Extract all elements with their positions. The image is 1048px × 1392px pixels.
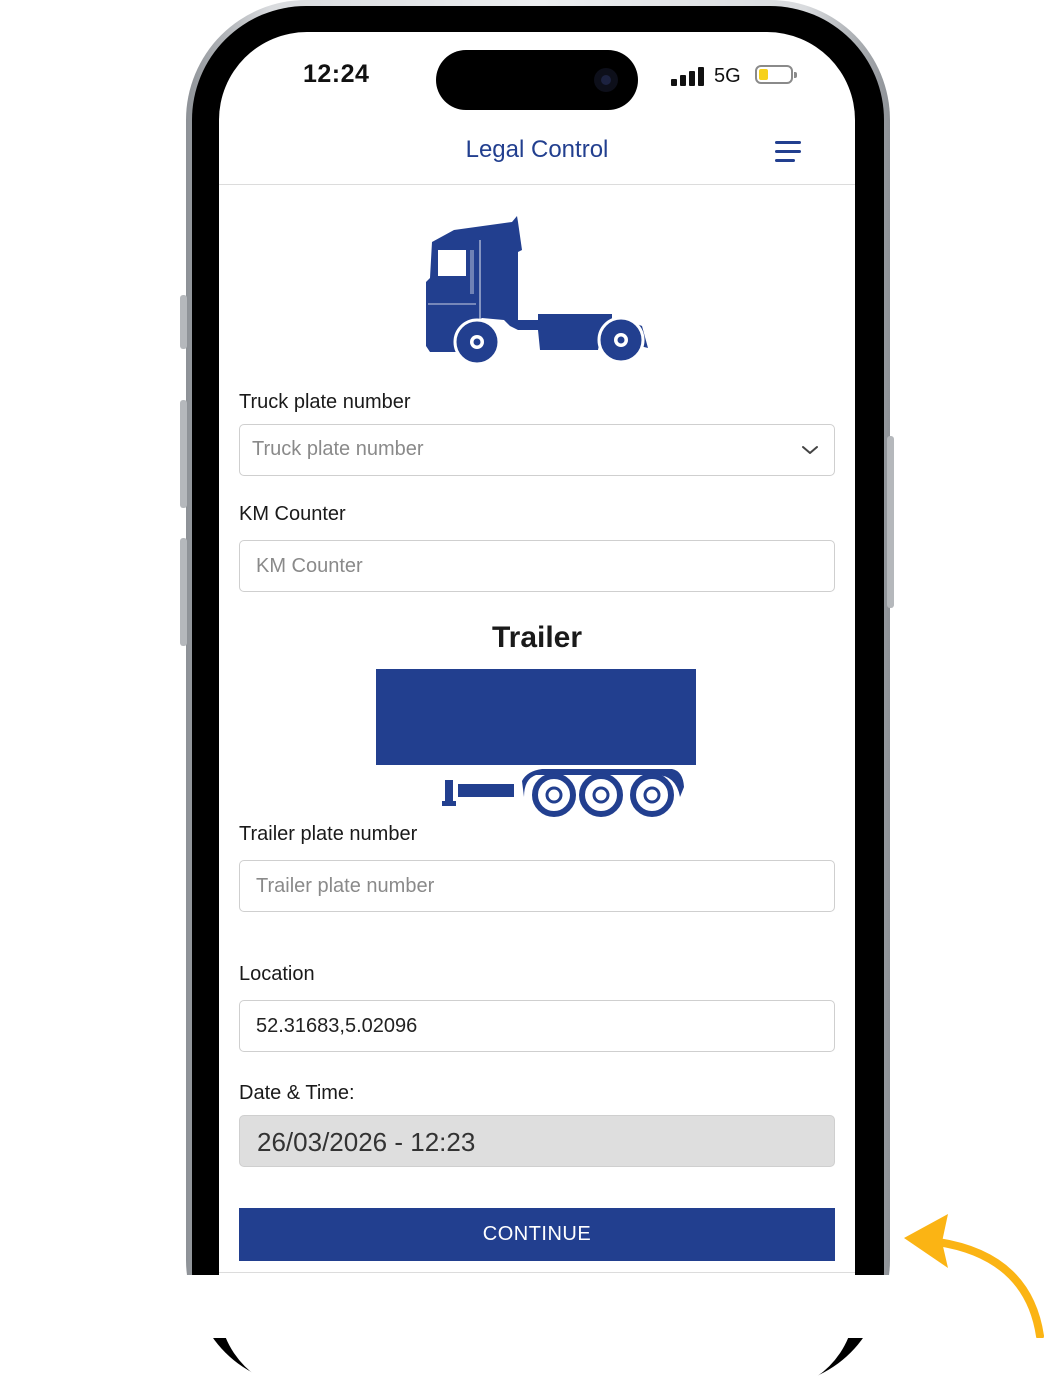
- chevron-down-icon: [802, 446, 818, 454]
- cellular-signal-icon: [671, 66, 707, 86]
- datetime-field: 26/03/2026 - 12:23: [239, 1115, 835, 1167]
- truck-plate-placeholder: Truck plate number: [252, 438, 424, 460]
- location-field: [239, 1000, 835, 1052]
- phone-screen: 12:24 5G Legal Control Truck plate numbe…: [219, 32, 855, 1392]
- location-input[interactable]: [240, 1001, 834, 1051]
- bottom-divider: [219, 1272, 855, 1273]
- battery-low-icon: [755, 65, 797, 84]
- km-counter-label: KM Counter: [239, 503, 346, 525]
- continue-button[interactable]: CONTINUE: [239, 1208, 835, 1261]
- trailer-plate-field: [239, 860, 835, 912]
- side-button-volume-up: [180, 400, 187, 508]
- trailer-plate-input[interactable]: [240, 861, 834, 911]
- truck-cab-icon: [426, 216, 648, 366]
- header-divider: [219, 184, 855, 185]
- camera-icon: [594, 68, 618, 92]
- side-button-action: [180, 295, 187, 349]
- datetime-label: Date & Time:: [239, 1082, 355, 1104]
- trailer-icon: [376, 669, 696, 817]
- location-label: Location: [239, 963, 315, 985]
- side-button-volume-down: [180, 538, 187, 646]
- truck-plate-label: Truck plate number: [239, 391, 411, 413]
- km-counter-field: [239, 540, 835, 592]
- curved-arrow-icon: [904, 1214, 1044, 1338]
- truck-plate-select[interactable]: Truck plate number: [239, 424, 835, 476]
- hamburger-menu-icon[interactable]: [775, 141, 803, 163]
- dynamic-island: [436, 50, 638, 110]
- trailer-heading: Trailer: [491, 621, 583, 654]
- trailer-plate-label: Trailer plate number: [239, 823, 418, 845]
- side-button-power: [887, 436, 894, 608]
- page-title: Legal Control: [465, 136, 609, 163]
- datetime-value: 26/03/2026 - 12:23: [257, 1127, 476, 1157]
- km-counter-input[interactable]: [240, 541, 834, 591]
- screenshot-bottom-margin: [0, 1275, 1048, 1338]
- status-time: 12:24: [303, 60, 370, 88]
- network-type: 5G: [714, 65, 741, 87]
